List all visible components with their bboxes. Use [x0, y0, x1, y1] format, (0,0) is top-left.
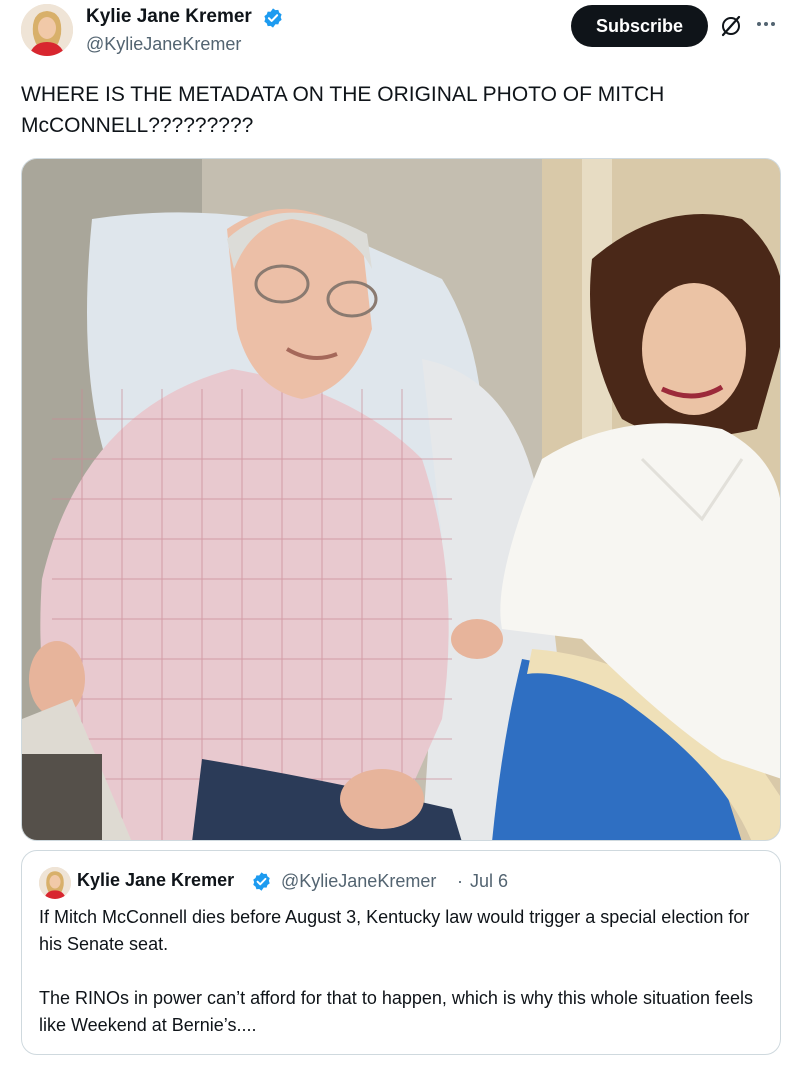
more-horizontal-icon[interactable]: [752, 10, 780, 38]
verified-badge-icon: [253, 872, 270, 891]
quoted-author-handle[interactable]: @KylieJaneKremer: [281, 871, 436, 892]
author-handle[interactable]: @KylieJaneKremer: [86, 34, 241, 55]
tweet-photo[interactable]: [21, 158, 781, 841]
quoted-author-avatar[interactable]: [39, 867, 71, 899]
author-avatar[interactable]: [21, 4, 73, 56]
tweet-text: WHERE IS THE METADATA ON THE ORIGINAL PH…: [21, 83, 665, 137]
subscribe-button[interactable]: Subscribe: [571, 5, 708, 47]
dot-separator: ·: [457, 871, 463, 891]
quoted-paragraph-2: The RINOs in power can’t afford for that…: [39, 988, 754, 1035]
quoted-paragraph-1: If Mitch McConnell dies before August 3,…: [39, 907, 750, 954]
quoted-tweet[interactable]: Kylie Jane Kremer @KylieJaneKremer · Jul…: [21, 850, 781, 1055]
grok-icon[interactable]: [719, 14, 743, 38]
author-name[interactable]: Kylie Jane Kremer: [86, 6, 252, 28]
quoted-tweet-text: If Mitch McConnell dies before August 3,…: [39, 904, 769, 1039]
quoted-author-name[interactable]: Kylie Jane Kremer: [77, 870, 234, 891]
verified-badge-icon: [264, 8, 282, 28]
tweet: Kylie Jane Kremer @KylieJaneKremer Subsc…: [0, 0, 800, 1067]
quoted-timestamp[interactable]: Jul 6: [470, 871, 508, 892]
